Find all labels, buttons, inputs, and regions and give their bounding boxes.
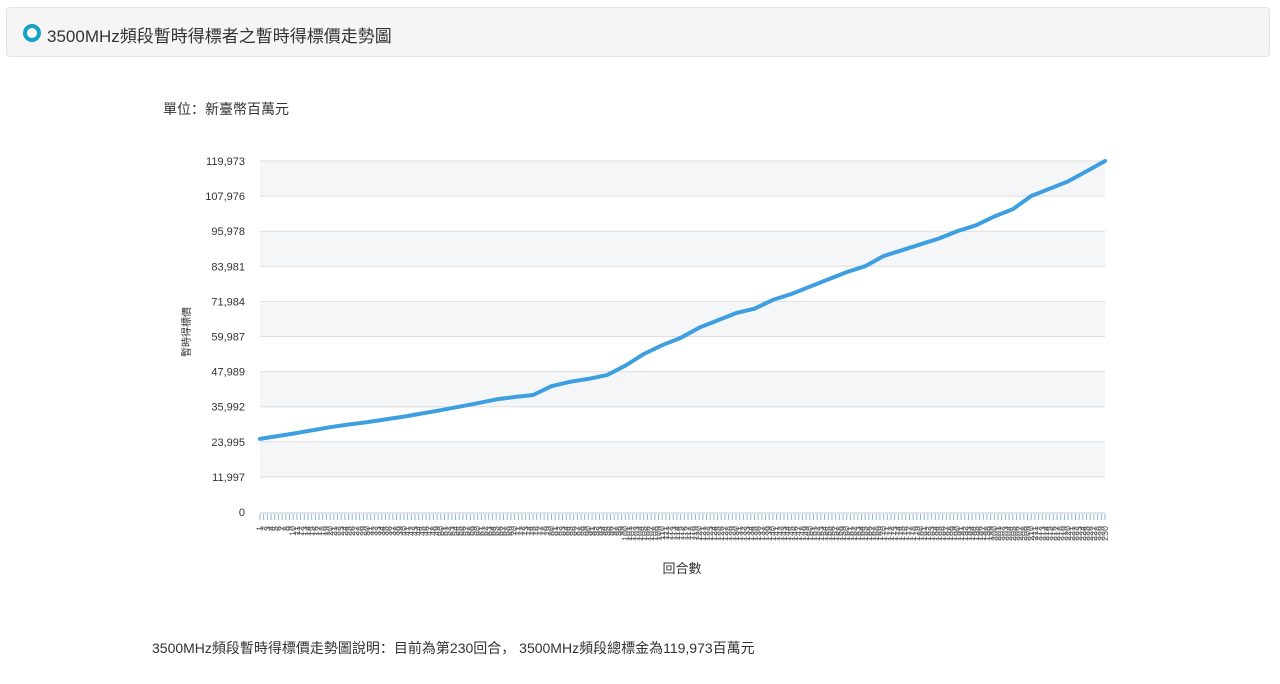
grid-band [260,161,1105,197]
x-tick-label: 230 [1100,526,1110,541]
y-tick-label: 23,995 [211,437,245,449]
y-tick-label: 71,984 [211,296,245,308]
y-tick-label: 107,976 [205,191,245,203]
unit-label: 單位：新臺幣百萬元 [163,101,289,117]
chart-description: 3500MHz頻段暫時得標價走勢圖說明：目前為第230回合， 3500MHz頻段… [152,640,755,656]
y-tick-label: 95,978 [211,226,245,238]
y-tick-label: 11,997 [212,472,245,484]
line-chart: 單位：新臺幣百萬元 0 11,997 23,995 35,992 47,989 59,98… [163,101,1110,576]
x-axis-title: 回合數 [662,561,701,576]
y-axis-title: 暫時得標價 [180,307,193,357]
grid-band [260,371,1105,407]
y-tick-label: 83,981 [211,261,245,273]
y-tick-label: 47,989 [211,367,245,379]
grid-band [260,301,1105,337]
y-tick-label: 35,992 [211,402,245,414]
y-tick-label: 0 [239,507,245,519]
y-tick-label: 59,987 [211,331,245,343]
grid-band [260,231,1105,267]
chart-container: 單位：新臺幣百萬元 0 11,997 23,995 35,992 47,989 59,98… [0,0,1280,620]
grid-band [260,441,1105,477]
y-tick-label: 119,973 [206,156,245,168]
